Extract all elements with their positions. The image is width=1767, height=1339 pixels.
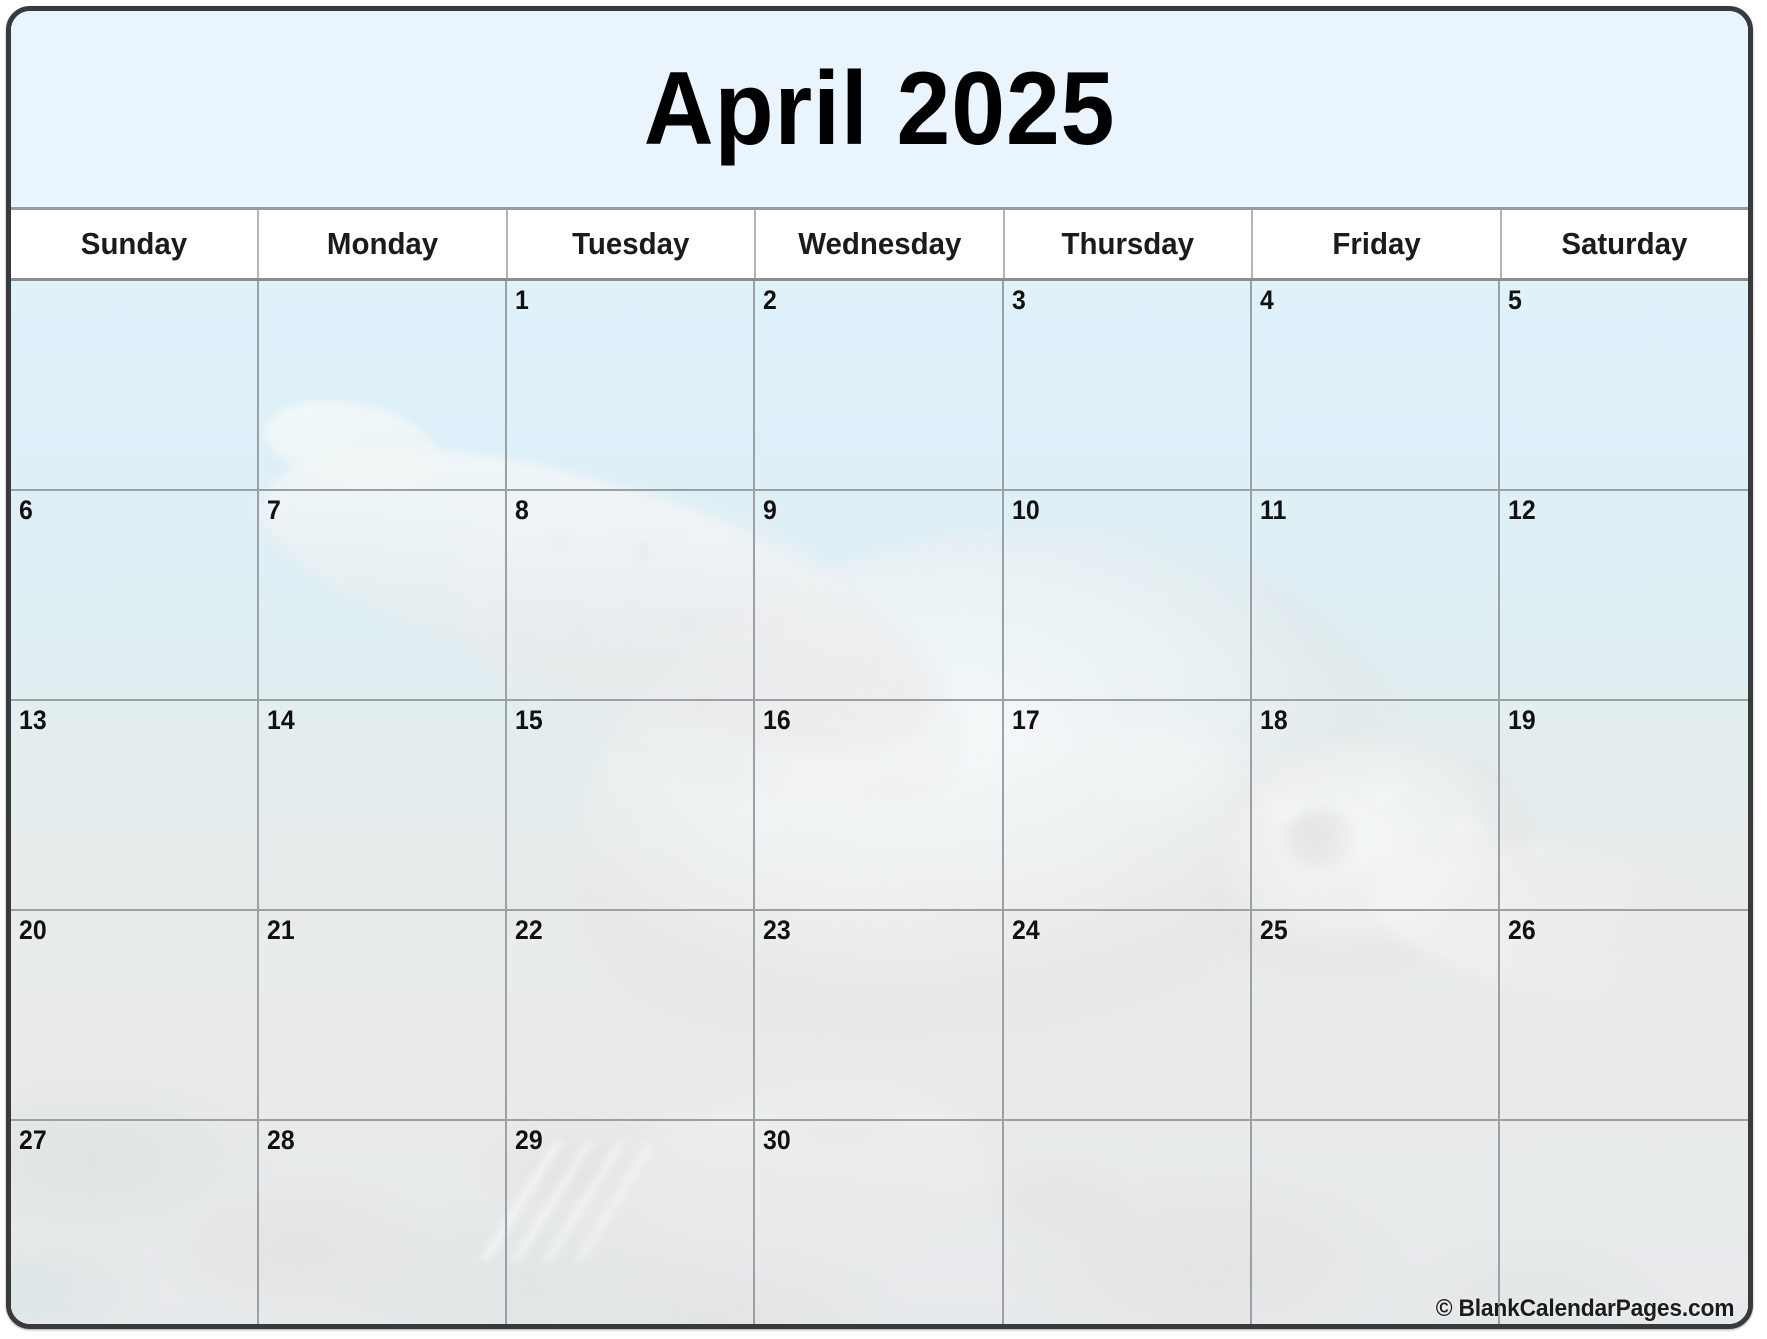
day-cell[interactable]: 10	[1003, 491, 1252, 701]
calendar-frame: April 2025 Sunday Monday Tuesday Wednesd…	[6, 6, 1753, 1329]
day-number: 9	[763, 495, 778, 525]
day-number: 24	[1011, 915, 1040, 945]
day-number: 18	[1259, 705, 1288, 735]
day-cell[interactable]: 24	[1003, 911, 1252, 1121]
weekday-label: Friday	[1332, 226, 1421, 261]
calendar-grid-area: 1 2 3 4 5 6 7 8 9 10 11 12 13 14 15 16 1…	[11, 281, 1748, 1324]
day-number: 14	[267, 705, 295, 735]
weekday-label: Monday	[326, 226, 439, 261]
day-cell[interactable]: 16	[755, 701, 1004, 911]
day-number: 30	[763, 1125, 792, 1155]
day-number: 27	[19, 1125, 47, 1155]
day-number: 11	[1259, 495, 1286, 525]
day-cell[interactable]: 13	[11, 701, 260, 911]
day-cell[interactable]: 21	[259, 911, 508, 1121]
day-number: 15	[515, 705, 543, 735]
day-cell[interactable]: 22	[507, 911, 756, 1121]
day-number: 7	[267, 495, 281, 525]
weekday-header-tuesday: Tuesday	[507, 210, 757, 278]
day-cell[interactable]: 18	[1251, 701, 1500, 911]
page-title: April 2025	[643, 51, 1116, 167]
day-cell[interactable]: 29	[507, 1121, 756, 1324]
day-number: 22	[515, 915, 543, 945]
weekday-header-monday: Monday	[259, 210, 508, 278]
day-cell[interactable]: 3	[1003, 281, 1252, 491]
day-cell[interactable]	[259, 281, 508, 491]
day-cell[interactable]: 15	[507, 701, 756, 911]
day-number: 20	[19, 915, 47, 945]
day-number: 5	[1507, 285, 1522, 315]
weekday-label: Tuesday	[572, 226, 690, 261]
weekday-header-saturday: Saturday	[1501, 210, 1748, 278]
weekday-label: Wednesday	[797, 226, 962, 261]
day-cell[interactable]: 9	[755, 491, 1004, 701]
weekday-label: Thursday	[1061, 226, 1195, 261]
day-grid: 1 2 3 4 5 6 7 8 9 10 11 12 13 14 15 16 1…	[11, 281, 1748, 1324]
day-number: 25	[1259, 915, 1288, 945]
day-cell[interactable]: 20	[11, 911, 260, 1121]
day-cell[interactable]: 23	[755, 911, 1004, 1121]
day-number: 6	[19, 495, 33, 525]
day-cell[interactable]: 6	[11, 491, 260, 701]
day-number: 16	[763, 705, 792, 735]
day-cell[interactable]: 7	[259, 491, 508, 701]
day-cell[interactable]: 25	[1251, 911, 1500, 1121]
day-number: 12	[1507, 495, 1536, 525]
day-cell[interactable]: 1	[507, 281, 756, 491]
day-number: 17	[1011, 705, 1040, 735]
day-number: 10	[1011, 495, 1040, 525]
day-cell[interactable]: 14	[259, 701, 508, 911]
day-number: 8	[515, 495, 530, 525]
day-cell[interactable]: 17	[1003, 701, 1252, 911]
day-cell[interactable]	[11, 281, 260, 491]
day-number: 23	[763, 915, 792, 945]
day-cell[interactable]: 30	[755, 1121, 1004, 1324]
day-cell[interactable]: 4	[1251, 281, 1500, 491]
day-cell[interactable]	[1004, 1121, 1252, 1324]
day-number: 1	[515, 285, 530, 315]
copyright-watermark: © BlankCalendarPages.com	[1435, 1295, 1734, 1322]
weekday-label: Sunday	[81, 226, 188, 261]
day-number: 28	[267, 1125, 295, 1155]
weekday-header-friday: Friday	[1253, 210, 1502, 278]
day-number: 26	[1507, 915, 1536, 945]
day-cell[interactable]: 27	[11, 1121, 260, 1324]
weekday-header-sunday: Sunday	[11, 210, 260, 278]
day-cell[interactable]: 8	[507, 491, 756, 701]
weekday-header-wednesday: Wednesday	[756, 210, 1005, 278]
day-cell[interactable]: 5	[1499, 281, 1748, 491]
day-number: 4	[1259, 285, 1274, 315]
day-number: 29	[515, 1125, 543, 1155]
weekday-header-thursday: Thursday	[1004, 210, 1254, 278]
day-number: 21	[267, 915, 295, 945]
calendar-title-band: April 2025	[11, 11, 1748, 210]
weekday-label: Saturday	[1561, 226, 1688, 261]
weekday-header-row: Sunday Monday Tuesday Wednesday Thursday…	[11, 210, 1748, 281]
day-cell[interactable]: 26	[1499, 911, 1748, 1121]
day-cell[interactable]: 2	[755, 281, 1004, 491]
day-cell[interactable]: 28	[259, 1121, 508, 1324]
day-cell[interactable]: 12	[1499, 491, 1748, 701]
day-cell[interactable]: 19	[1499, 701, 1748, 911]
day-number: 13	[19, 705, 47, 735]
day-number: 2	[763, 285, 778, 315]
day-cell[interactable]: 11	[1251, 491, 1500, 701]
day-number: 3	[1011, 285, 1026, 315]
day-number: 19	[1507, 705, 1536, 735]
